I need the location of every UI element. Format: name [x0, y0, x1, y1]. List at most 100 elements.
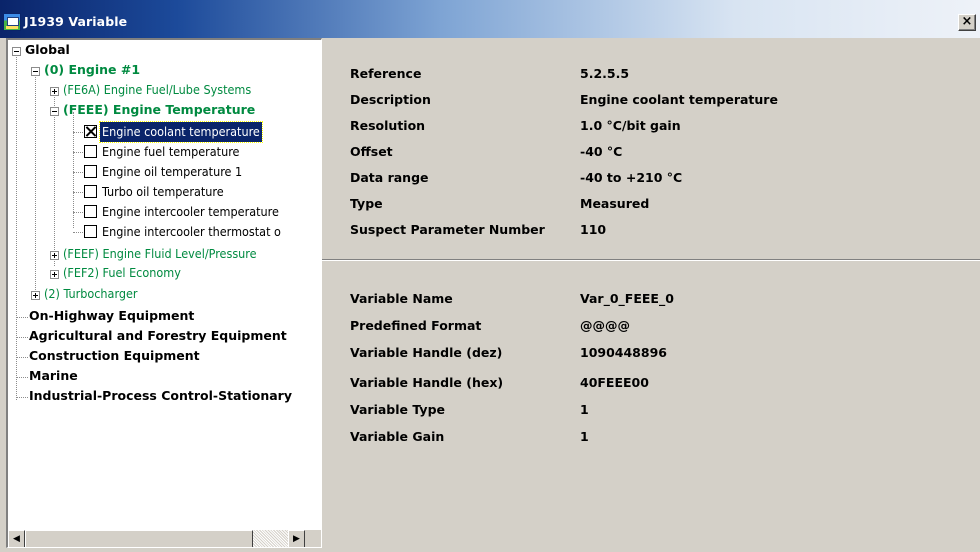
tree-line: [16, 54, 17, 400]
parameter-tree: Global (0) Engine #1 (FE6A) Engine Fuel/…: [8, 40, 321, 530]
tree-node-param[interactable]: Engine intercooler thermostat o: [100, 222, 283, 242]
tree-node-label: Agricultural and Forestry Equipment: [29, 328, 287, 343]
param-checkbox[interactable]: [84, 185, 97, 198]
tree-line: [54, 92, 55, 266]
data-range-label: Data range: [350, 170, 429, 185]
tree-node-label: Marine: [29, 368, 78, 383]
tree-line: [73, 172, 83, 173]
data-range-value: -40 to +210 °C: [580, 170, 683, 185]
tree-line: [73, 112, 74, 228]
tree-node-turbocharger[interactable]: (2) Turbocharger: [42, 284, 140, 304]
tree-node-industrial[interactable]: Industrial-Process Control-Stationary: [27, 386, 294, 406]
tree-node-feee[interactable]: (FEEE) Engine Temperature: [61, 100, 257, 120]
offset-label: Offset: [350, 144, 393, 159]
tree-line: [73, 132, 83, 133]
spn-label: Suspect Parameter Number: [350, 222, 545, 237]
description-label: Description: [350, 92, 431, 107]
variable-handle-hex-value: 40FEEE00: [580, 375, 649, 390]
parameter-tree-panel: Global (0) Engine #1 (FE6A) Engine Fuel/…: [6, 38, 322, 548]
param-checkbox[interactable]: [84, 125, 97, 138]
predefined-format-value: @@@@: [580, 318, 630, 333]
collapse-global-icon[interactable]: [12, 47, 21, 56]
variable-type-value: 1: [580, 402, 589, 417]
tree-node-label: Turbo oil temperature: [102, 184, 224, 199]
tree-node-construction[interactable]: Construction Equipment: [27, 346, 202, 366]
offset-value: -40 °C: [580, 144, 623, 159]
tree-node-fef2[interactable]: (FEF2) Fuel Economy: [61, 263, 183, 283]
tree-node-param[interactable]: Turbo oil temperature: [100, 182, 226, 202]
tree-node-param[interactable]: Engine oil temperature 1: [100, 162, 244, 182]
type-value: Measured: [580, 196, 650, 211]
title-bar[interactable]: J1939 Variable ×: [0, 0, 980, 38]
resolution-value: 1.0 °C/bit gain: [580, 118, 681, 133]
variable-handle-hex-label: Variable Handle (hex): [350, 375, 504, 390]
expand-fef2-icon[interactable]: [50, 270, 59, 279]
expand-turbocharger-icon[interactable]: [31, 291, 40, 300]
tree-node-label: (2) Turbocharger: [44, 286, 138, 301]
horizontal-scrollbar[interactable]: ◀ ▶: [8, 530, 321, 547]
variable-gain-label: Variable Gain: [350, 429, 445, 444]
detail-panel: Reference 5.2.5.5 Description Engine coo…: [322, 38, 980, 552]
tree-node-label: Engine oil temperature 1: [102, 164, 243, 179]
param-checkbox[interactable]: [84, 205, 97, 218]
tree-node-label: (FEEF) Engine Fluid Level/Pressure: [63, 246, 257, 261]
description-value: Engine coolant temperature: [580, 92, 778, 107]
close-icon: ×: [961, 14, 973, 29]
resolution-label: Resolution: [350, 118, 426, 133]
close-button[interactable]: ×: [958, 14, 976, 31]
tree-node-label: Global: [25, 42, 70, 57]
tree-node-fe6a[interactable]: (FE6A) Engine Fuel/Lube Systems: [61, 80, 253, 100]
variable-name-value: Var_0_FEEE_0: [580, 291, 674, 306]
tree-node-marine[interactable]: Marine: [27, 366, 80, 386]
j1939-variable-window: J1939 Variable × Global (0) Engine #1 (F…: [0, 0, 980, 552]
tree-node-label: Engine intercooler temperature: [102, 204, 279, 219]
variable-type-label: Variable Type: [350, 402, 445, 417]
tree-node-agricultural[interactable]: Agricultural and Forestry Equipment: [27, 326, 289, 346]
collapse-engine-icon[interactable]: [31, 67, 40, 76]
tree-node-label: Engine intercooler thermostat o: [102, 224, 281, 239]
param-checkbox[interactable]: [84, 225, 97, 238]
tree-node-label: (0) Engine #1: [44, 62, 141, 77]
tree-node-label: On-Highway Equipment: [29, 308, 195, 323]
tree-node-label: Engine fuel temperature: [102, 144, 240, 159]
app-icon[interactable]: [3, 13, 21, 31]
tree-node-label: (FEEE) Engine Temperature: [63, 102, 256, 117]
scroll-thumb[interactable]: [25, 530, 253, 547]
tree-node-param[interactable]: Engine fuel temperature: [100, 142, 241, 162]
expand-feef-icon[interactable]: [50, 251, 59, 260]
param-checkbox[interactable]: [84, 145, 97, 158]
tree-line: [35, 72, 36, 298]
section-divider: [322, 259, 980, 261]
variable-handle-dez-label: Variable Handle (dez): [350, 345, 503, 360]
size-grip: [305, 530, 321, 547]
tree-node-param[interactable]: Engine intercooler temperature: [100, 202, 281, 222]
tree-node-label: (FE6A) Engine Fuel/Lube Systems: [63, 82, 252, 97]
variable-gain-value: 1: [580, 429, 589, 444]
param-checkbox[interactable]: [84, 165, 97, 178]
expand-fe6a-icon[interactable]: [50, 87, 59, 96]
scroll-right-icon: ▶: [293, 534, 300, 544]
tree-line: [73, 212, 83, 213]
tree-line: [73, 232, 83, 233]
reference-label: Reference: [350, 66, 422, 81]
tree-node-label: Industrial-Process Control-Stationary: [29, 388, 292, 403]
spn-value: 110: [580, 222, 607, 237]
tree-node-engine-1[interactable]: (0) Engine #1: [42, 60, 142, 80]
type-label: Type: [350, 196, 383, 211]
variable-name-label: Variable Name: [350, 291, 453, 306]
tree-node-label: (FEF2) Fuel Economy: [63, 265, 181, 280]
window-title: J1939 Variable: [24, 14, 128, 29]
tree-line: [73, 192, 83, 193]
scroll-left-icon: ◀: [13, 534, 20, 544]
scroll-left-button[interactable]: ◀: [8, 530, 25, 547]
scroll-right-button[interactable]: ▶: [288, 530, 305, 547]
tree-node-label: Construction Equipment: [29, 348, 200, 363]
collapse-feee-icon[interactable]: [50, 107, 59, 116]
tree-node-on-highway[interactable]: On-Highway Equipment: [27, 306, 196, 326]
tree-node-global[interactable]: Global: [23, 40, 72, 60]
reference-value: 5.2.5.5: [580, 66, 630, 81]
variable-handle-dez-value: 1090448896: [580, 345, 667, 360]
tree-node-param[interactable]: Engine coolant temperature: [99, 121, 263, 143]
tree-node-feef[interactable]: (FEEF) Engine Fluid Level/Pressure: [61, 244, 259, 264]
predefined-format-label: Predefined Format: [350, 318, 482, 333]
